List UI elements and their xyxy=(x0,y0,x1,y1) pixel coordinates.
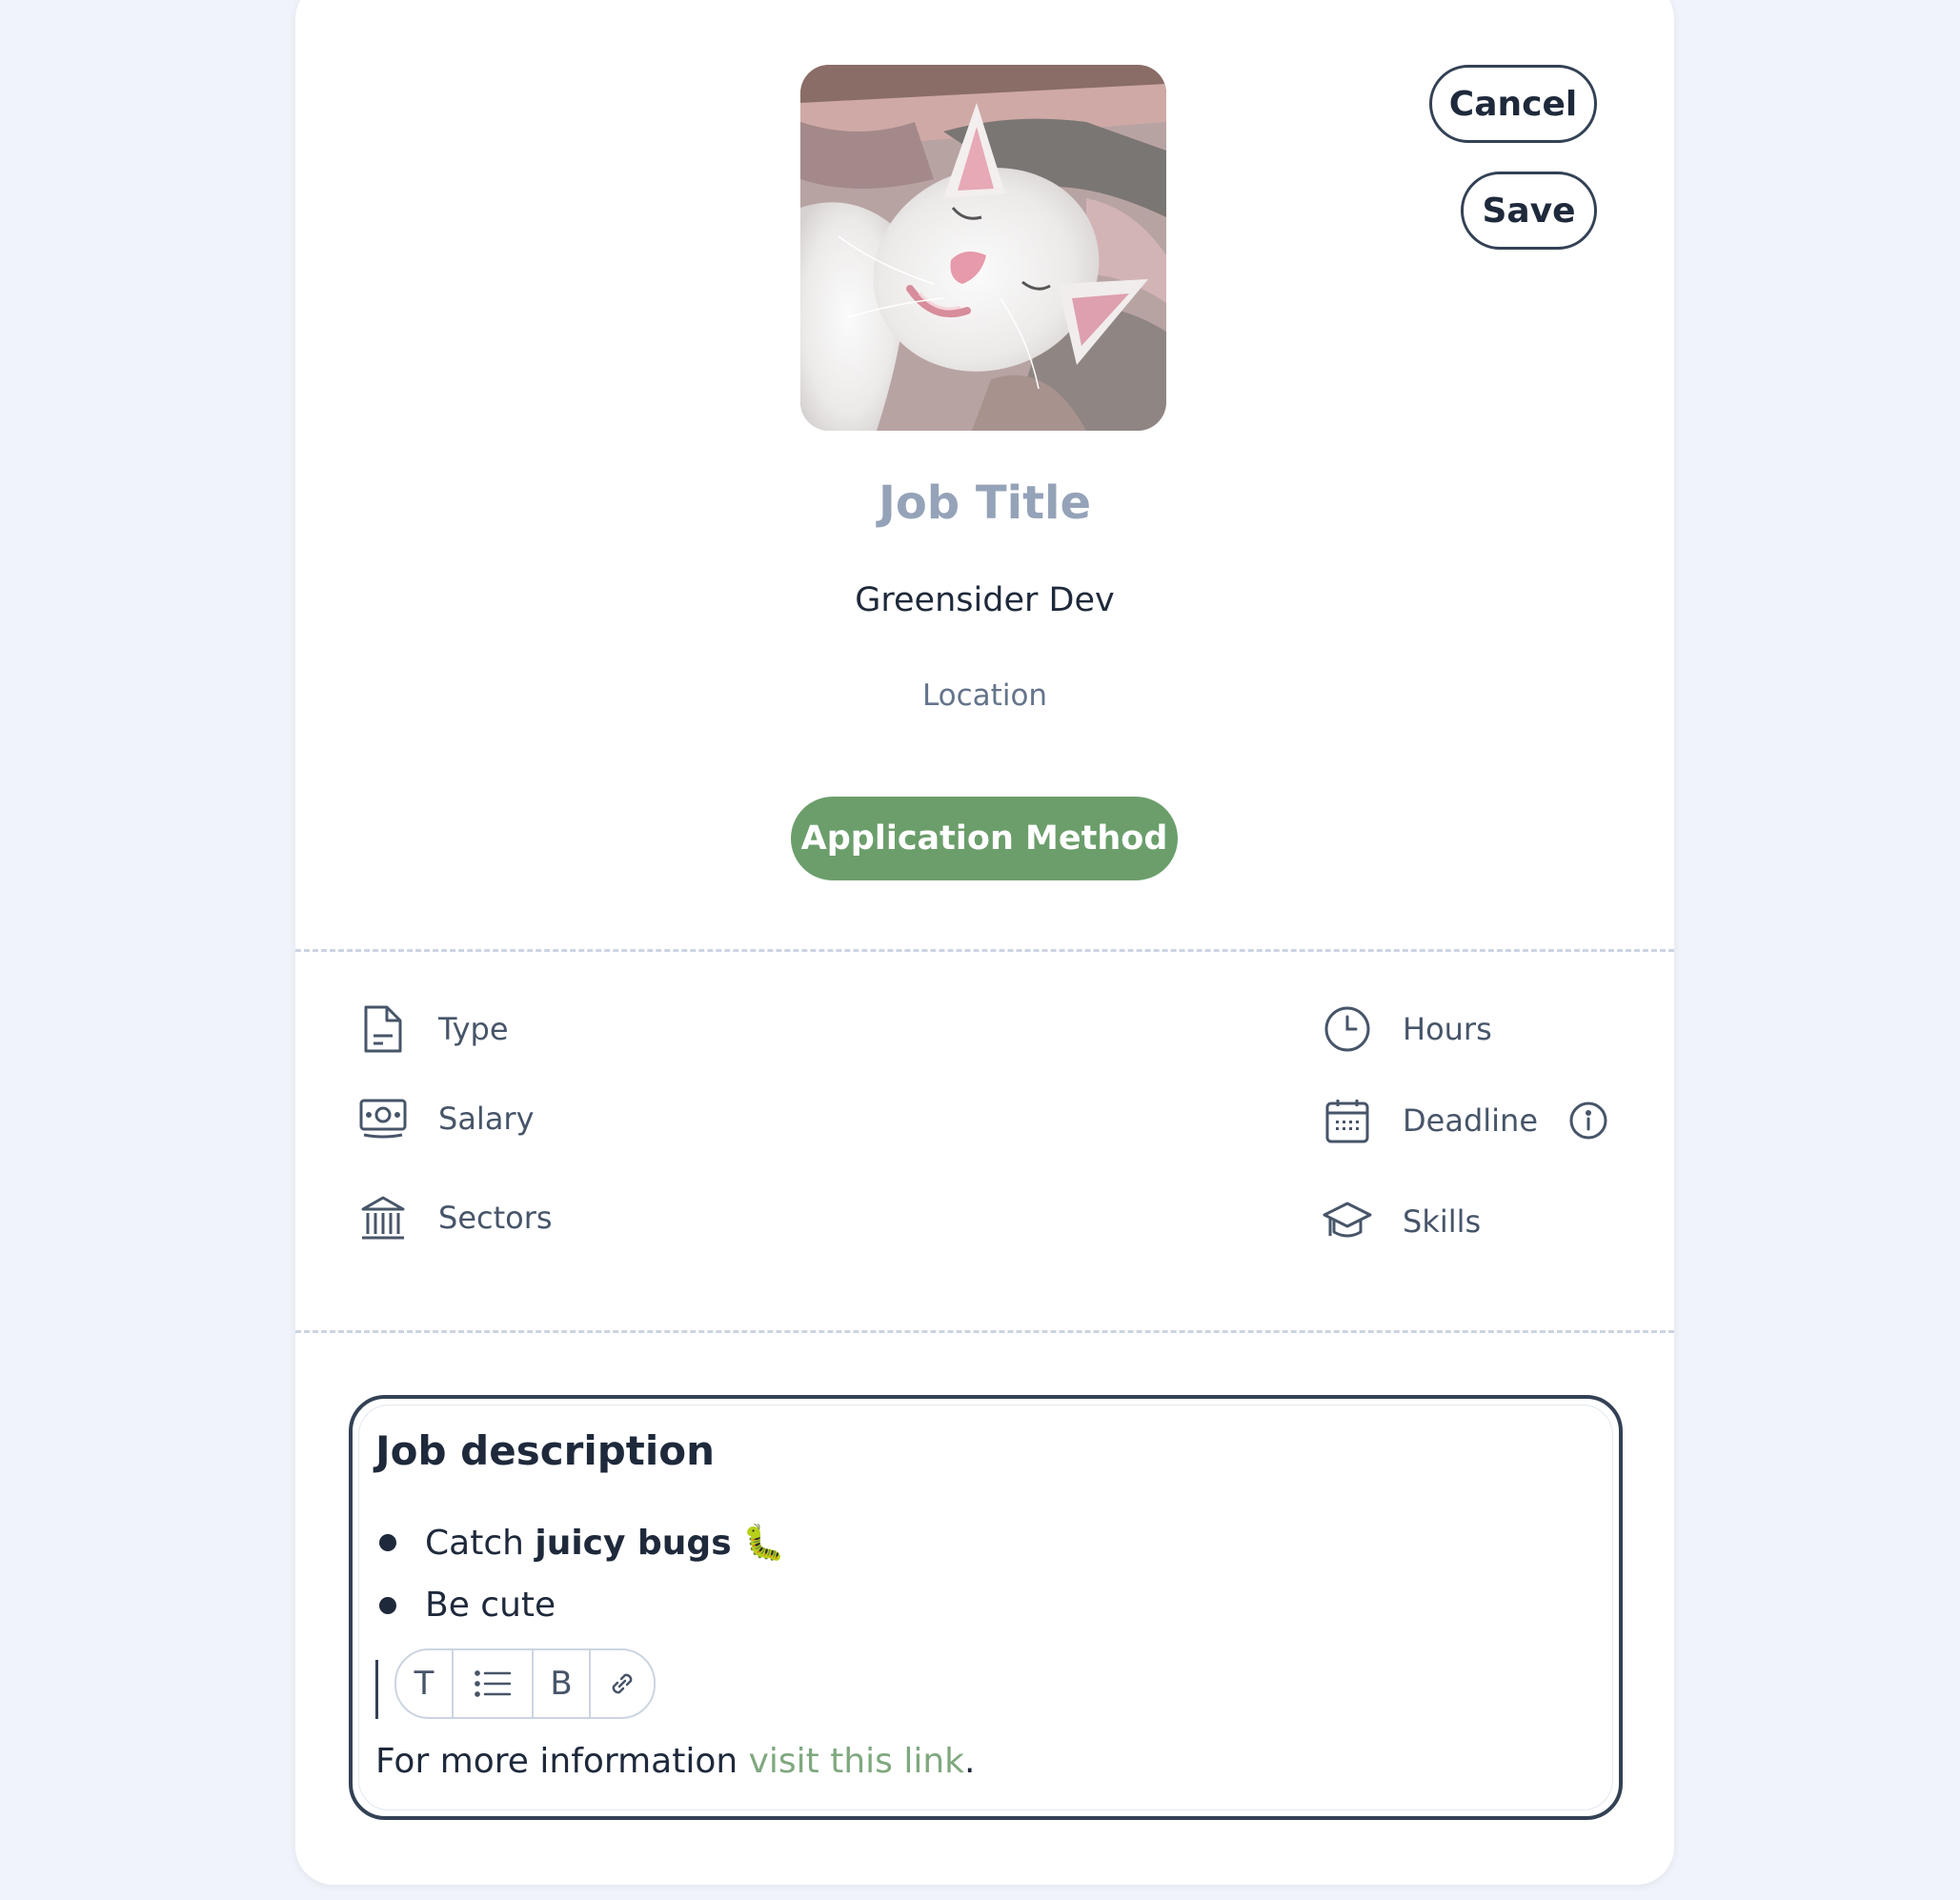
text-style-button[interactable]: T xyxy=(396,1650,454,1717)
job-description-editor[interactable]: Job description Catch juicy bugs 🐛 Be cu… xyxy=(349,1395,1623,1820)
detail-type-label: Type xyxy=(438,1011,509,1047)
bold-button[interactable]: B xyxy=(534,1650,591,1717)
divider xyxy=(295,949,1674,952)
bullet-dot xyxy=(379,1534,396,1551)
detail-skills-label: Skills xyxy=(1403,1203,1482,1240)
bank-building-icon xyxy=(356,1191,410,1244)
detail-deadline-label: Deadline xyxy=(1403,1102,1538,1139)
location-field[interactable]: Location xyxy=(295,678,1674,713)
bullet-text: Catch juicy bugs 🐛 xyxy=(425,1524,785,1563)
company-name: Greensider Dev xyxy=(855,581,1115,619)
detail-hours-label: Hours xyxy=(1403,1011,1492,1047)
list-item: Be cute xyxy=(379,1586,556,1625)
bullet-text: Be cute xyxy=(425,1586,556,1625)
detail-deadline[interactable]: Deadline xyxy=(1321,1092,1538,1149)
banknote-icon xyxy=(356,1092,410,1145)
detail-hours[interactable]: Hours xyxy=(1321,1001,1492,1058)
list-icon xyxy=(475,1670,512,1697)
detail-type[interactable]: Type xyxy=(356,1001,509,1058)
more-info-line: For more information visit this link. xyxy=(375,1742,976,1781)
cancel-button[interactable]: Cancel xyxy=(1429,65,1597,143)
job-editor-card: Cancel Save Job Title Greensider Dev Loc… xyxy=(295,0,1674,1885)
detail-salary-label: Salary xyxy=(438,1101,535,1137)
list-item: Catch juicy bugs 🐛 xyxy=(379,1523,785,1563)
link-icon xyxy=(612,1673,633,1694)
job-title-field[interactable]: Job Title xyxy=(295,476,1674,530)
detail-salary[interactable]: Salary xyxy=(356,1090,535,1147)
job-image[interactable] xyxy=(800,65,1166,431)
bold-icon: B xyxy=(550,1665,573,1703)
detail-sectors[interactable]: Sectors xyxy=(356,1189,553,1246)
description-heading: Job description xyxy=(375,1427,716,1474)
format-toolbar: T B xyxy=(394,1648,656,1719)
text-icon: T xyxy=(414,1665,434,1703)
application-method-button[interactable]: Application Method xyxy=(791,797,1178,880)
divider xyxy=(295,1330,1674,1333)
info-icon[interactable] xyxy=(1568,1101,1608,1141)
cat-photo xyxy=(800,65,1166,431)
graduation-cap-icon xyxy=(1321,1195,1374,1248)
detail-sectors-label: Sectors xyxy=(438,1200,553,1236)
calendar-icon xyxy=(1321,1094,1374,1147)
detail-skills[interactable]: Skills xyxy=(1321,1193,1481,1250)
text-caret xyxy=(375,1660,378,1719)
bullet-dot xyxy=(379,1596,396,1614)
visit-link[interactable]: visit this link xyxy=(749,1742,964,1781)
clock-icon xyxy=(1321,1002,1374,1056)
save-button[interactable]: Save xyxy=(1461,172,1597,250)
list-button[interactable] xyxy=(454,1650,534,1717)
document-icon xyxy=(356,1002,410,1056)
link-button[interactable] xyxy=(591,1650,654,1717)
